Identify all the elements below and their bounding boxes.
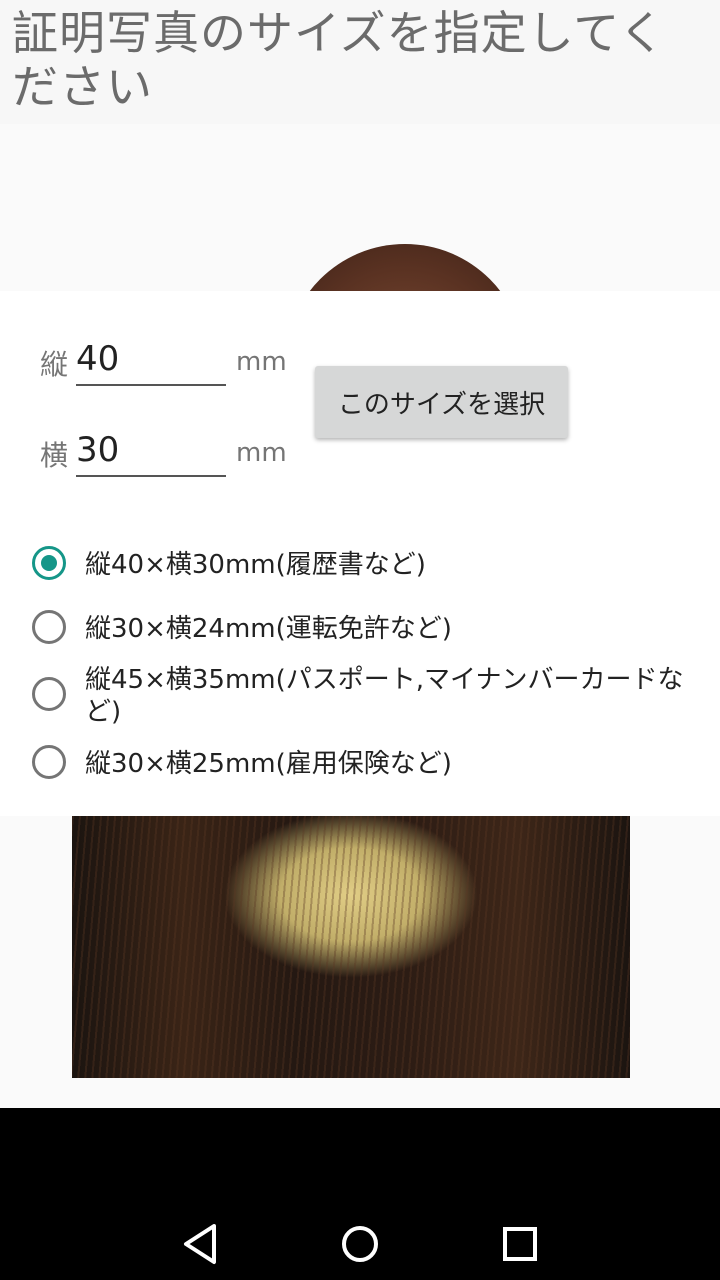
width-input[interactable] xyxy=(76,425,226,477)
home-circle-icon[interactable] xyxy=(330,1214,390,1274)
page-title: 証明写真のサイズを指定してください xyxy=(12,6,666,114)
photo-hair xyxy=(285,244,525,292)
radio-unchecked-icon[interactable] xyxy=(32,610,66,644)
photo-hair-strands xyxy=(72,816,630,1078)
size-option-2[interactable]: 縦30×横24mm(運転免許など) xyxy=(32,609,702,649)
size-dialog: 縦 mm 横 mm このサイズを選択 縦40×横30mm(履歴書など) 縦30×… xyxy=(0,291,720,816)
width-label: 横 xyxy=(40,439,69,472)
radio-unchecked-icon[interactable] xyxy=(32,745,66,779)
photo-bottom-margin xyxy=(0,1078,720,1108)
photo-preview-top xyxy=(0,124,720,292)
screen: 証明写真のサイズを指定してください 縦 mm 横 mm このサイズを選択 縦40… xyxy=(0,0,720,1280)
height-label: 縦 xyxy=(40,348,69,381)
recents-square-icon[interactable] xyxy=(490,1214,550,1274)
title-bar: 証明写真のサイズを指定してください xyxy=(0,0,720,124)
system-navigation-bar xyxy=(0,1108,720,1280)
size-option-label: 縦45×横35mm(パスポート,マイナンバーカードなど) xyxy=(85,665,684,727)
height-input[interactable] xyxy=(76,334,226,386)
height-unit: mm xyxy=(236,347,287,377)
radio-unchecked-icon[interactable] xyxy=(32,677,66,711)
size-option-4[interactable]: 縦30×横25mm(雇用保険など) xyxy=(32,744,702,784)
size-option-label: 縦40×横30mm(履歴書など) xyxy=(85,550,426,580)
photo-preview-bottom xyxy=(72,816,630,1078)
size-option-3[interactable]: 縦45×横35mm(パスポート,マイナンバーカードなど) xyxy=(32,663,702,731)
size-option-label: 縦30×横24mm(運転免許など) xyxy=(85,614,452,644)
size-option-1[interactable]: 縦40×横30mm(履歴書など) xyxy=(32,545,702,585)
back-triangle-icon[interactable] xyxy=(170,1214,230,1274)
radio-checked-icon[interactable] xyxy=(32,546,66,580)
select-size-button[interactable]: このサイズを選択 xyxy=(315,366,568,438)
width-unit: mm xyxy=(236,438,287,468)
size-option-label: 縦30×横25mm(雇用保険など) xyxy=(85,749,452,779)
